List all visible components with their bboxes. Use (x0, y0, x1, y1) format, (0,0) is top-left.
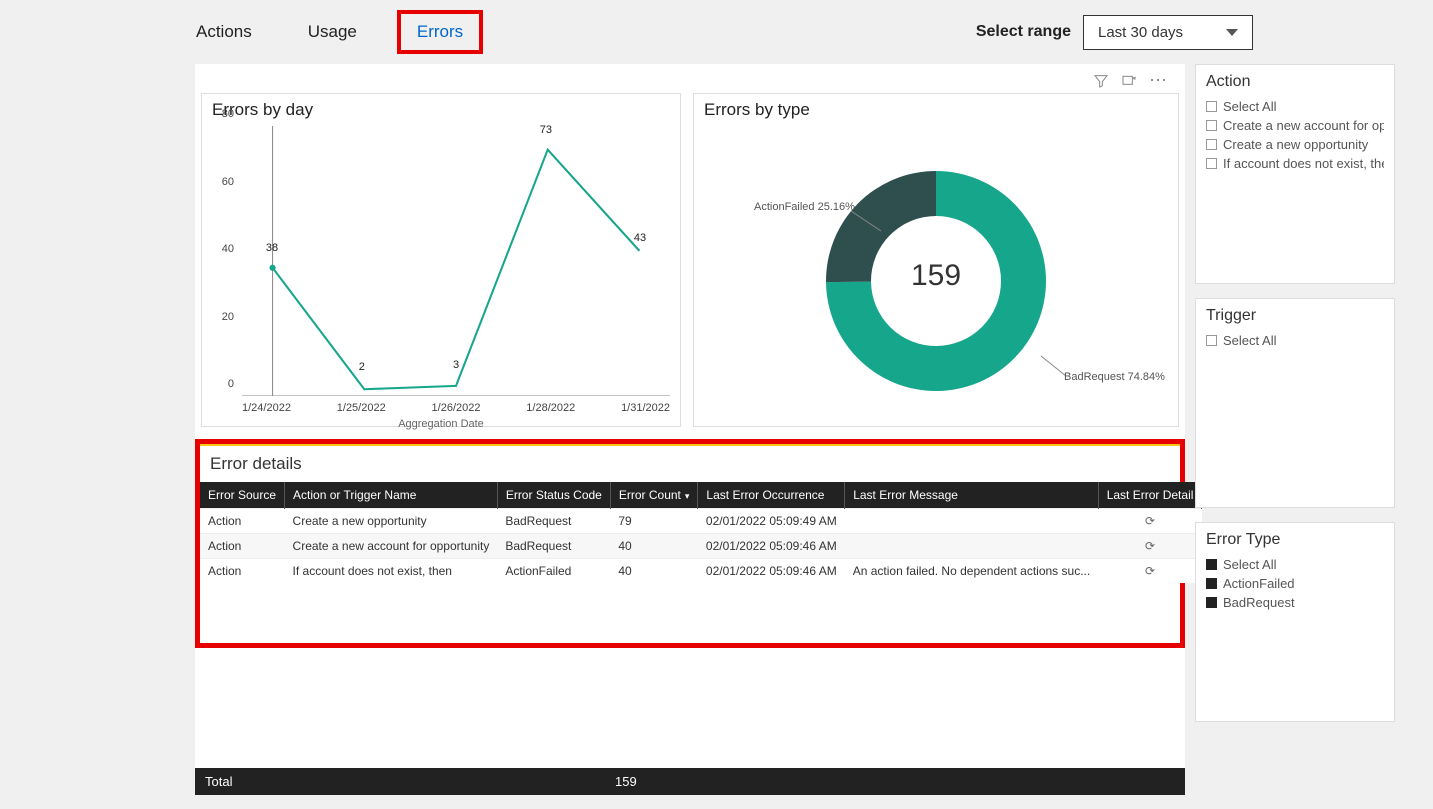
col-action-name[interactable]: Action or Trigger Name (285, 482, 498, 509)
sort-desc-icon: ▾ (685, 491, 690, 501)
tab-usage[interactable]: Usage (292, 14, 373, 50)
filter-item[interactable]: Select All (1206, 555, 1384, 574)
filter-icon[interactable] (1093, 73, 1109, 89)
table-row[interactable]: Action Create a new account for opportun… (200, 534, 1202, 559)
donut-total: 159 (911, 259, 961, 293)
col-last-occurrence[interactable]: Last Error Occurrence (698, 482, 845, 509)
total-value: 159 (605, 768, 647, 795)
data-label: 43 (634, 232, 646, 244)
data-label: 3 (453, 359, 459, 371)
range-label: Select range (976, 23, 1071, 41)
link-icon[interactable]: ⟳ (1145, 514, 1155, 528)
x-tick: 1/26/2022 (432, 402, 481, 414)
filter-item[interactable]: Select All (1206, 331, 1384, 350)
link-icon[interactable]: ⟳ (1145, 564, 1155, 578)
range-value: Last 30 days (1098, 24, 1183, 41)
panel-toolbar: ⋯ (195, 64, 1185, 93)
filter-item[interactable]: ActionFailed (1206, 574, 1384, 593)
data-label: 2 (359, 361, 365, 373)
x-tick: 1/24/2022 (242, 402, 291, 414)
filter-trigger: Trigger Select All (1195, 298, 1395, 508)
col-last-detail[interactable]: Last Error Detail (1098, 482, 1202, 509)
checkbox-checked-icon (1206, 559, 1217, 570)
total-label: Total (195, 768, 605, 795)
checkbox-checked-icon (1206, 597, 1217, 608)
filter-item[interactable]: If account does not exist, then (1206, 154, 1384, 173)
errors-by-type-title: Errors by type (694, 94, 1178, 126)
errors-by-type-panel: Errors by type (693, 93, 1179, 427)
focus-mode-icon[interactable] (1121, 73, 1137, 89)
checkbox-icon (1206, 139, 1217, 150)
col-error-source[interactable]: Error Source (200, 482, 285, 509)
filter-error-type-title: Error Type (1206, 531, 1384, 549)
col-error-count[interactable]: Error Count▾ (610, 482, 698, 509)
x-tick: 1/28/2022 (526, 402, 575, 414)
checkbox-checked-icon (1206, 578, 1217, 589)
y-tick: 0 (228, 378, 234, 390)
checkbox-icon (1206, 335, 1217, 346)
table-row[interactable]: Action Create a new opportunity BadReque… (200, 509, 1202, 534)
filter-action-title: Action (1206, 73, 1384, 91)
col-last-message[interactable]: Last Error Message (845, 482, 1099, 509)
error-details-title: Error details (200, 444, 1180, 482)
donut-label-badrequest: BadRequest 74.84% (1064, 371, 1165, 383)
filter-item[interactable]: Select All (1206, 97, 1384, 116)
errors-by-day-title: Errors by day (202, 94, 680, 126)
chevron-down-icon (1226, 29, 1238, 36)
total-row: Total 159 (195, 768, 1185, 795)
data-label: 38 (266, 242, 278, 254)
error-details-highlight: Error details Error Source Action or Tri… (195, 439, 1185, 648)
x-axis-title: Aggregation Date (398, 418, 484, 430)
filter-action: Action Select All Create a new account f… (1195, 64, 1395, 284)
range-dropdown[interactable]: Last 30 days (1083, 15, 1253, 50)
error-details-table: Error Source Action or Trigger Name Erro… (200, 482, 1202, 583)
x-tick: 1/25/2022 (337, 402, 386, 414)
x-tick: 1/31/2022 (621, 402, 670, 414)
errors-by-day-panel: Errors by day 0 20 40 60 80 (201, 93, 681, 427)
checkbox-icon (1206, 120, 1217, 131)
filter-item[interactable]: Create a new account for op... (1206, 116, 1384, 135)
more-options-icon[interactable]: ⋯ (1149, 70, 1169, 91)
tab-actions[interactable]: Actions (180, 14, 268, 50)
table-row[interactable]: Action If account does not exist, then A… (200, 559, 1202, 584)
checkbox-icon (1206, 158, 1217, 169)
data-label: 73 (540, 124, 552, 136)
y-tick: 60 (222, 176, 234, 188)
y-tick: 80 (222, 108, 234, 120)
col-status-code[interactable]: Error Status Code (497, 482, 610, 509)
donut-label-actionfailed: ActionFailed 25.16% (754, 201, 855, 213)
filter-error-type: Error Type Select All ActionFailed BadRe… (1195, 522, 1395, 722)
y-tick: 40 (222, 243, 234, 255)
link-icon[interactable]: ⟳ (1145, 539, 1155, 553)
tab-errors[interactable]: Errors (397, 10, 483, 54)
filter-item[interactable]: Create a new opportunity (1206, 135, 1384, 154)
tabs-nav: Actions Usage Errors (180, 10, 483, 54)
filter-trigger-title: Trigger (1206, 307, 1384, 325)
filter-item[interactable]: BadRequest (1206, 593, 1384, 612)
y-tick: 20 (222, 311, 234, 323)
checkbox-icon (1206, 101, 1217, 112)
